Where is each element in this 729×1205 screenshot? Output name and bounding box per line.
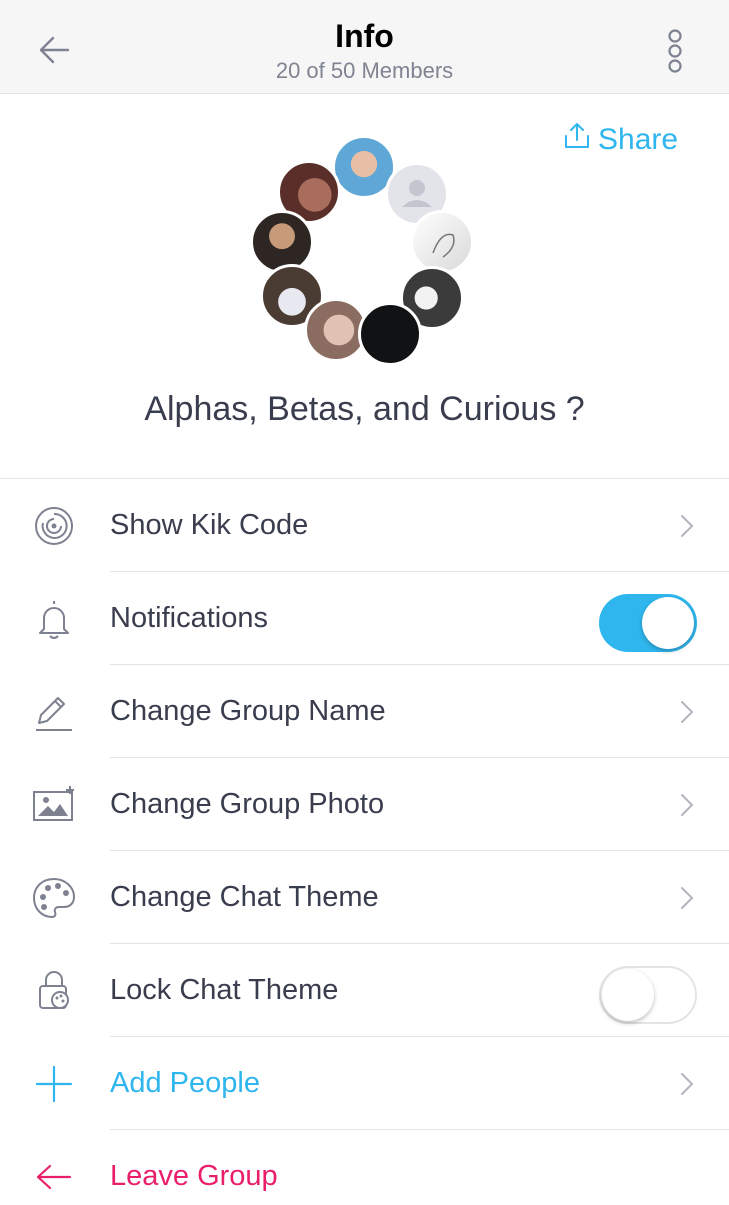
top-bar: Info 20 of 50 Members <box>0 0 729 94</box>
toggle-knob <box>642 597 694 649</box>
more-options-icon[interactable] <box>662 28 688 74</box>
plus-icon <box>30 1061 78 1107</box>
lock-chat-theme-toggle[interactable] <box>599 966 697 1024</box>
kik-code-icon <box>30 503 78 549</box>
share-icon <box>562 121 592 159</box>
row-label: Leave Group <box>110 1160 278 1192</box>
chevron-right-icon <box>676 698 698 726</box>
member-count: 20 of 50 Members <box>275 58 454 83</box>
share-button[interactable]: Share <box>562 120 678 160</box>
add-people-row[interactable]: Add People <box>0 1037 729 1130</box>
bell-icon <box>30 596 78 642</box>
row-label: Change Chat Theme <box>110 881 379 913</box>
notifications-row: Notifications <box>0 572 729 665</box>
chevron-right-icon <box>676 512 698 540</box>
chevron-right-icon <box>676 791 698 819</box>
leave-arrow-icon <box>30 1154 78 1200</box>
palette-icon <box>30 875 78 921</box>
row-label: Change Group Photo <box>110 788 385 820</box>
member-avatar-cluster[interactable] <box>240 130 490 380</box>
row-label: Notifications <box>110 602 268 634</box>
share-label: Share <box>598 123 679 156</box>
row-label: Show Kik Code <box>110 509 309 541</box>
toggle-knob <box>602 969 654 1021</box>
change-group-photo-row[interactable]: Change Group Photo <box>0 758 729 851</box>
row-label: Add People <box>110 1067 260 1099</box>
row-label: Change Group Name <box>110 695 386 727</box>
change-group-name-row[interactable]: Change Group Name <box>0 665 729 758</box>
change-chat-theme-row[interactable]: Change Chat Theme <box>0 851 729 944</box>
lock-palette-icon <box>30 968 78 1014</box>
member-avatar <box>358 302 422 366</box>
chevron-right-icon <box>676 1070 698 1098</box>
leave-group-row[interactable]: Leave Group <box>0 1130 729 1200</box>
page-title: Info <box>335 18 394 54</box>
group-name: Alphas, Betas, and Curious ? <box>144 390 585 428</box>
add-photo-icon <box>30 782 78 828</box>
show-kik-code-row[interactable]: Show Kik Code <box>0 479 729 572</box>
chevron-right-icon <box>676 884 698 912</box>
row-label: Lock Chat Theme <box>110 974 339 1006</box>
pencil-icon <box>30 689 78 735</box>
member-avatar <box>410 210 474 274</box>
notifications-toggle[interactable] <box>599 594 697 652</box>
lock-chat-theme-row: Lock Chat Theme <box>0 944 729 1037</box>
